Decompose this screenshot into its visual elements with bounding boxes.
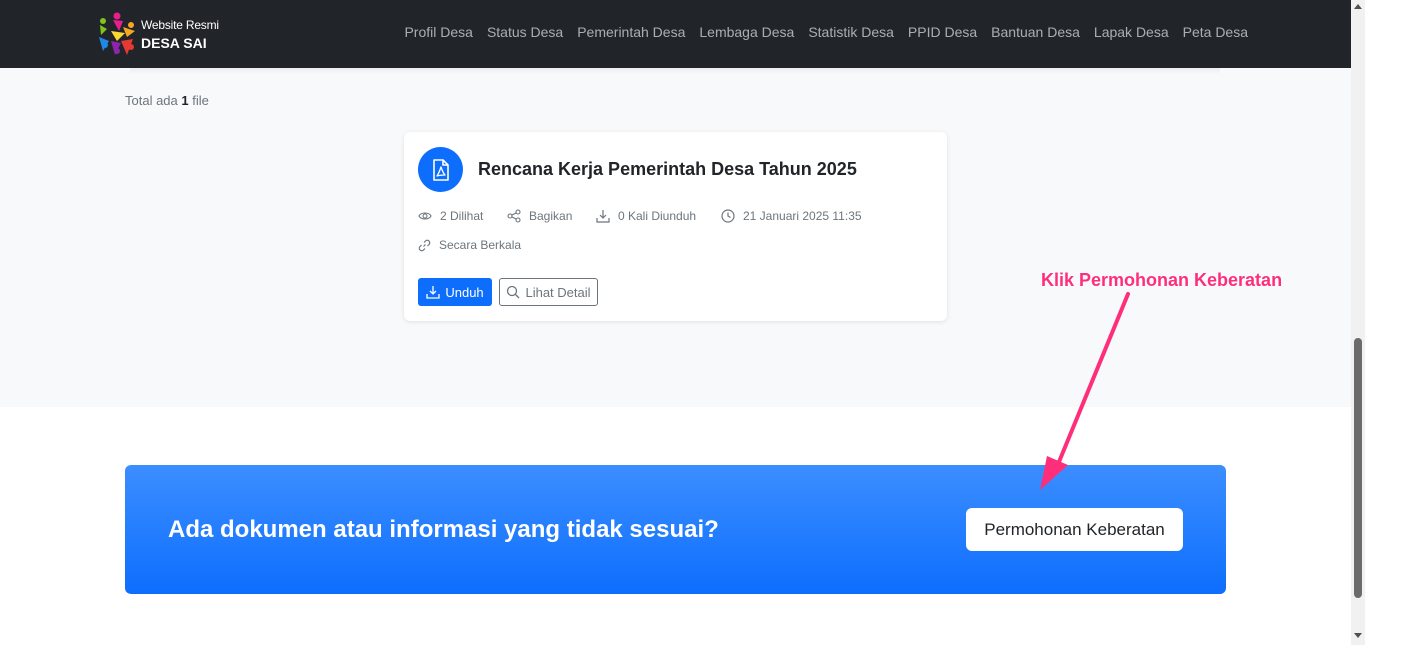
page: Website Resmi DESA SAI Profil Desa Statu… [0, 0, 1351, 645]
scroll-down-icon[interactable] [1354, 633, 1362, 638]
scrollbar-thumb[interactable] [1354, 338, 1362, 598]
annotation-arrow-icon [1040, 292, 1130, 490]
scroll-up-icon[interactable] [1354, 4, 1362, 9]
page-scrollbar[interactable] [1351, 0, 1365, 645]
